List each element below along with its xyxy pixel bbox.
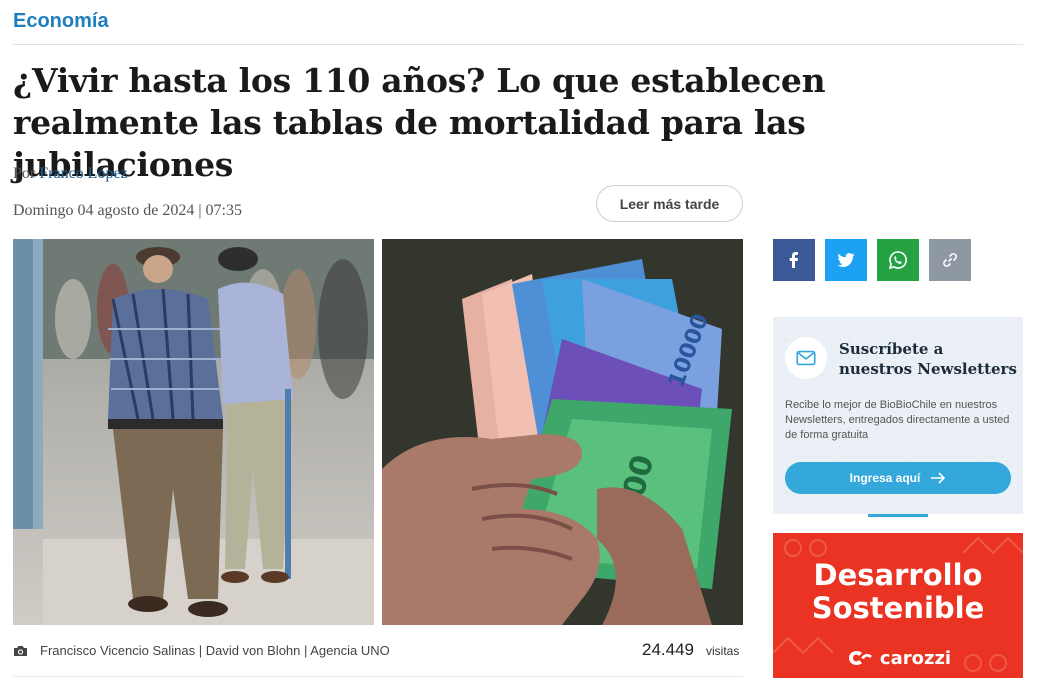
byline: Por Franco López — [13, 165, 128, 183]
ad-brand-name: carozzi — [879, 647, 952, 669]
newsletter-signup-button[interactable]: Ingresa aquí — [785, 462, 1011, 494]
link-icon — [943, 253, 957, 267]
share-twitter-button[interactable] — [825, 239, 867, 281]
envelope-icon — [785, 337, 827, 379]
newsletter-description: Recibe lo mejor de BioBioChile en nuestr… — [785, 399, 1010, 441]
divider — [13, 676, 743, 677]
arrow-right-icon — [931, 472, 946, 484]
whatsapp-icon — [888, 251, 907, 270]
newsletter-title: Suscríbete a nuestros Newsletters — [839, 340, 1017, 378]
carozzi-logo-icon — [848, 650, 872, 666]
newsletter-box: Suscríbete a nuestros Newsletters Recibe… — [773, 317, 1023, 514]
photo-credit: Francisco Vicencio Salinas | David von B… — [40, 643, 390, 658]
byline-prefix: Por — [13, 165, 36, 182]
section-link-economia[interactable]: Economía — [13, 10, 109, 33]
photo-caption: Francisco Vicencio Salinas | David von B… — [13, 643, 390, 658]
article-photo-banknotes: 1000 10000 — [382, 239, 743, 625]
visits-label: visitas — [706, 644, 740, 658]
copy-link-button[interactable] — [929, 239, 971, 281]
ad-banner-carozzi[interactable]: Desarrollo Sostenible carozzi — [773, 533, 1023, 678]
share-whatsapp-button[interactable] — [877, 239, 919, 281]
article-title: ¿Vivir hasta los 110 años? Lo que establ… — [13, 61, 826, 184]
author-link[interactable]: Franco López — [39, 165, 127, 182]
ad-line-1: Desarrollo — [813, 558, 983, 592]
newsletter-button-label: Ingresa aquí — [849, 471, 921, 485]
visits-count: 24.449 — [642, 640, 694, 659]
ad-headline: Desarrollo Sostenible — [773, 559, 1023, 625]
visits-counter: 24.449 visitas — [642, 640, 739, 660]
newsletter-accent-bar — [868, 514, 928, 517]
facebook-icon — [789, 252, 798, 268]
ad-brand: carozzi — [773, 647, 1023, 669]
publish-date: Domingo 04 agosto de 2024 | 07:35 — [13, 202, 242, 219]
read-later-button[interactable]: Leer más tarde — [596, 185, 743, 222]
article-photo-elderly — [13, 239, 374, 625]
camera-icon — [13, 645, 28, 657]
ad-line-2: Sostenible — [811, 591, 985, 625]
twitter-icon — [837, 253, 855, 267]
share-facebook-button[interactable] — [773, 239, 815, 281]
divider — [13, 44, 1023, 45]
